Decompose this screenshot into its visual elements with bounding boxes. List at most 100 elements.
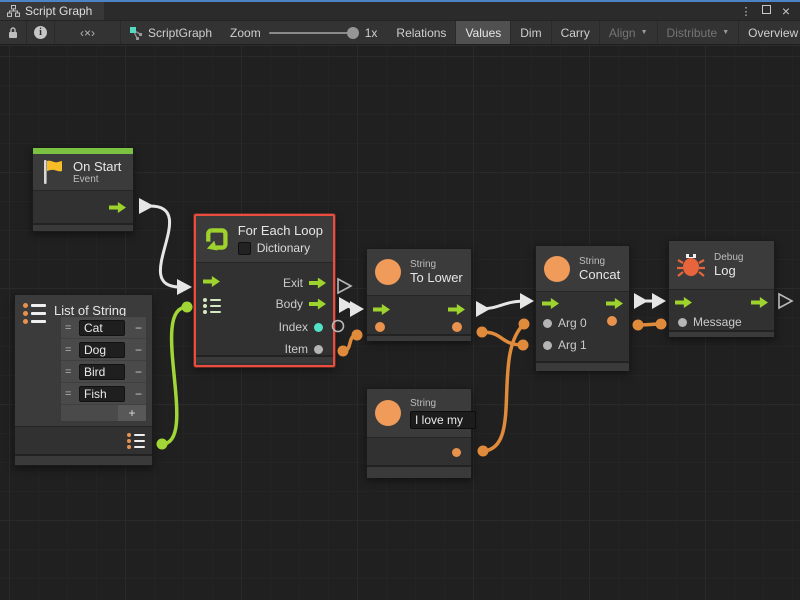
flow-input-port[interactable] <box>373 304 390 315</box>
node-debug-log[interactable]: Debug Log Message <box>668 240 775 337</box>
list-output-port[interactable] <box>127 433 145 449</box>
list-item-row: = − <box>61 361 146 383</box>
string-output-port[interactable] <box>452 322 462 332</box>
info-button[interactable]: i <box>27 21 55 44</box>
node-title: To Lower <box>410 270 463 285</box>
remove-item-button[interactable]: − <box>135 343 142 357</box>
node-title: Concat <box>579 267 620 282</box>
wire-concat-message <box>638 324 661 325</box>
zoom-label: Zoom <box>230 26 261 40</box>
node-subtitle: String <box>410 398 476 409</box>
node-on-start[interactable]: On Start Event <box>32 147 134 232</box>
flow-output-port[interactable] <box>448 304 465 315</box>
collection-input-port[interactable] <box>203 298 221 314</box>
flow-input-port[interactable] <box>203 276 220 287</box>
string-type-icon <box>375 259 401 285</box>
loop-icon <box>204 224 230 254</box>
list-item-field[interactable] <box>79 386 125 402</box>
node-concat[interactable]: String Concat Arg 0 Arg 1 <box>535 245 630 371</box>
list-item-field[interactable] <box>79 320 125 336</box>
string-value-field[interactable] <box>410 411 476 429</box>
index-output-port[interactable] <box>314 323 323 332</box>
node-title: For Each Loop <box>238 223 323 238</box>
wire-onstart-foreach <box>150 206 180 287</box>
toolbar-button-align[interactable]: Align ▼ <box>600 21 658 44</box>
graph-canvas[interactable]: On Start Event List of String <box>0 46 800 600</box>
node-subtitle: String <box>579 256 620 267</box>
node-footer <box>367 334 471 341</box>
graph-breadcrumb[interactable]: ScriptGraph <box>121 21 220 44</box>
node-title: Log <box>714 263 743 278</box>
drag-handle-icon[interactable]: = <box>65 388 75 400</box>
list-icon <box>23 303 46 324</box>
lock-button[interactable] <box>0 21 27 44</box>
dictionary-checkbox-label: Dictionary <box>257 241 310 255</box>
zoom-slider[interactable] <box>269 32 357 34</box>
focus-accent-line <box>0 0 800 2</box>
node-subtitle: Debug <box>714 252 743 263</box>
maximize-icon[interactable] <box>758 5 774 17</box>
toolbar-button-overview[interactable]: Overview <box>739 21 800 44</box>
arg0-input-port[interactable] <box>543 319 552 328</box>
node-footer <box>536 361 629 371</box>
flow-output-port[interactable] <box>109 202 126 213</box>
node-to-lower[interactable]: String To Lower <box>366 248 472 341</box>
toolbar-button-dim[interactable]: Dim <box>511 21 551 44</box>
toolbar-button-distribute[interactable]: Distribute ▼ <box>658 21 740 44</box>
list-item-row: = − <box>61 339 146 361</box>
toolbar-button-carry[interactable]: Carry <box>552 21 600 44</box>
string-output-port[interactable] <box>607 316 617 326</box>
node-subtitle: Event <box>73 174 121 185</box>
item-output-port[interactable] <box>314 345 323 354</box>
wire-tolower-concat <box>479 301 526 309</box>
body-output-port[interactable] <box>309 299 326 310</box>
remove-item-button[interactable]: − <box>135 321 142 335</box>
node-for-each-loop[interactable]: For Each Loop Dictionary Exit <box>194 214 335 367</box>
toolbar-button-values[interactable]: Values <box>456 21 511 44</box>
port-label-arg0: Arg 0 <box>558 316 587 330</box>
drag-handle-icon[interactable]: = <box>65 366 75 378</box>
node-footer <box>15 454 152 465</box>
script-graph-icon <box>129 26 143 40</box>
drag-handle-icon[interactable]: = <box>65 322 75 334</box>
dictionary-checkbox[interactable] <box>238 242 251 255</box>
zoom-control: Zoom 1x <box>220 21 387 44</box>
flow-input-port[interactable] <box>675 297 692 308</box>
string-type-icon <box>544 256 570 282</box>
flow-output-port[interactable] <box>606 298 623 309</box>
string-type-icon <box>375 400 401 426</box>
node-list-of-string[interactable]: List of String = − = − = <box>14 294 153 466</box>
dropdown-arrow-icon: ▼ <box>722 29 729 36</box>
zoom-slider-handle[interactable] <box>347 27 359 39</box>
add-item-button[interactable]: + <box>118 405 146 421</box>
flow-output-port[interactable] <box>751 297 768 308</box>
drag-handle-icon[interactable]: = <box>65 344 75 356</box>
list-item-field[interactable] <box>79 342 125 358</box>
close-icon[interactable]: × <box>778 3 794 19</box>
tab-script-graph[interactable]: Script Graph <box>0 2 104 20</box>
remove-item-button[interactable]: − <box>135 365 142 379</box>
string-output-port[interactable] <box>452 448 461 457</box>
exit-unconnected-indicator <box>338 279 351 293</box>
string-input-port[interactable] <box>375 322 385 332</box>
menu-icon[interactable]: ⋮ <box>738 5 754 18</box>
code-preview-button[interactable]: ‹×› <box>55 21 121 44</box>
list-item-row: = − <box>61 317 146 339</box>
node-footer <box>367 465 471 478</box>
node-string-literal[interactable]: String <box>366 388 472 478</box>
wire-item-tolower <box>343 335 357 351</box>
wire-literal-arg0 <box>483 324 524 451</box>
list-item-field[interactable] <box>79 364 125 380</box>
remove-item-button[interactable]: − <box>135 387 142 401</box>
port-label-index: Index <box>279 320 308 334</box>
log-flow-unconnected-indicator <box>779 294 792 308</box>
arg1-input-port[interactable] <box>543 341 552 350</box>
list-item-row: = − <box>61 383 146 405</box>
flow-input-port[interactable] <box>542 298 559 309</box>
message-input-port[interactable] <box>678 318 687 327</box>
graph-name: ScriptGraph <box>148 26 212 40</box>
toolbar-button-relations[interactable]: Relations <box>387 21 456 44</box>
tab-bar: Script Graph ⋮ × <box>0 2 800 20</box>
exit-output-port[interactable] <box>309 278 326 289</box>
port-label-message: Message <box>693 315 742 329</box>
